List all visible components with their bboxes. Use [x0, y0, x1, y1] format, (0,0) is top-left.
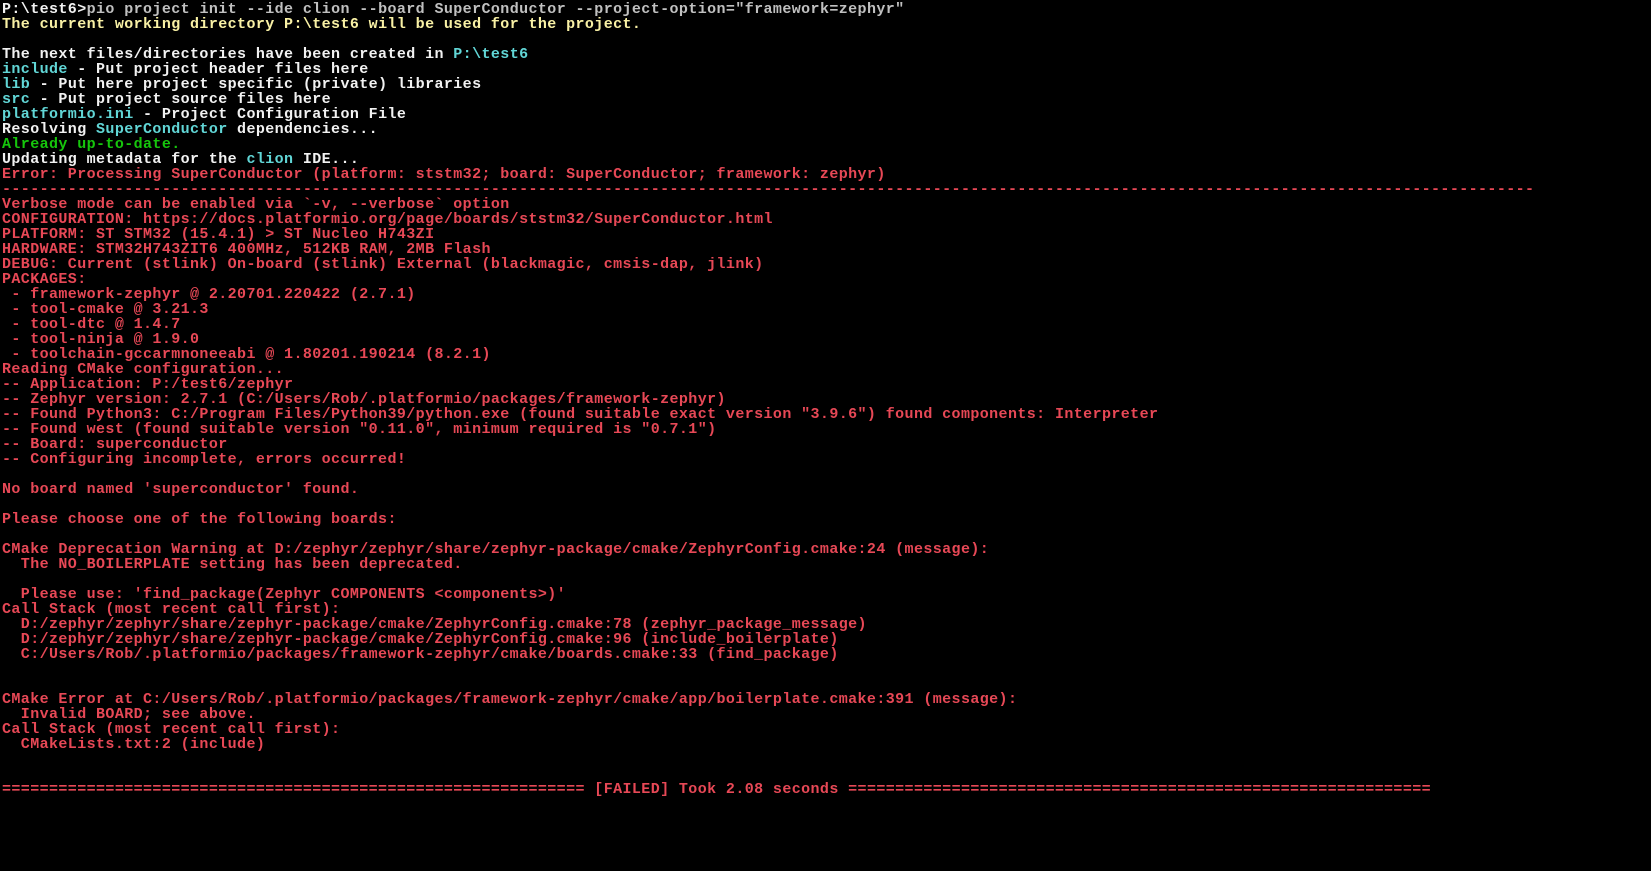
cmake-dep-warn: The NO_BOILERPLATE setting has been depr… [2, 556, 463, 573]
call-stack-line: C:/Users/Rob/.platformio/packages/framew… [2, 646, 839, 663]
failed-eq-right: ========================================… [839, 781, 1431, 798]
choose-board: Please choose one of the following board… [2, 511, 397, 528]
no-board-found: No board named 'superconductor' found. [2, 481, 359, 498]
cmake-line: -- Configuring incomplete, errors occurr… [2, 451, 406, 468]
failed-eq-left: ========================================… [2, 781, 594, 798]
cwd-prefix: The current working directory [2, 16, 284, 33]
terminal-output[interactable]: P:\test6>pio project init --ide clion --… [0, 0, 1651, 797]
resolving-suffix: dependencies... [228, 121, 378, 138]
cwd-path: P:\test6 [284, 16, 359, 33]
created-intro-path: P:\test6 [453, 46, 528, 63]
call-stack-line: CMakeLists.txt:2 (include) [2, 736, 265, 753]
cwd-suffix: will be used for the project. [359, 16, 641, 33]
debug-line: DEBUG: Current (stlink) On-board (stlink… [2, 256, 764, 273]
failed-label: [FAILED] Took 2.08 seconds [594, 781, 838, 798]
